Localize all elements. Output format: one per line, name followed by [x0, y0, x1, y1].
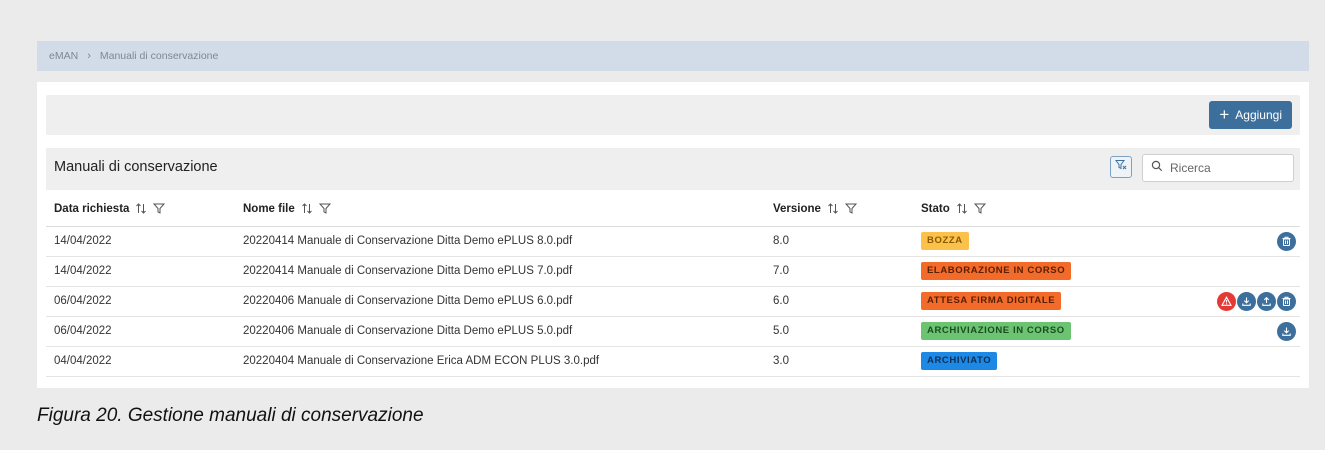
cell-actions — [1143, 286, 1300, 317]
cell-actions — [1143, 316, 1300, 347]
toolbar: + Aggiungi — [46, 95, 1300, 135]
sort-icon[interactable] — [301, 203, 313, 214]
cell-file-name: 20220414 Manuale di Conservazione Ditta … — [235, 256, 765, 287]
cell-status: ARCHIVIAZIONE IN CORSO — [913, 316, 1143, 347]
table-row[interactable]: 14/04/2022 20220414 Manuale di Conservazi… — [46, 256, 1300, 287]
cell-status: ELABORAZIONE IN CORSO — [913, 256, 1143, 287]
status-badge: ARCHIVIAZIONE IN CORSO — [921, 322, 1071, 340]
download-icon[interactable] — [1277, 321, 1296, 341]
status-badge: ATTESA FIRMA DIGITALE — [921, 292, 1062, 310]
cell-date: 14/04/2022 — [46, 226, 235, 257]
cell-version: 8.0 — [765, 226, 913, 257]
search-box — [1142, 154, 1294, 182]
cell-file-name: 20220406 Manuale di Conservazione Ditta … — [235, 316, 765, 347]
table-title: Manuali di conservazione — [54, 159, 218, 175]
column-header-status[interactable]: Stato — [913, 192, 1143, 227]
column-label: Versione — [773, 202, 821, 215]
table-row[interactable]: 14/04/2022 20220414 Manuale di Conservazi… — [46, 226, 1300, 257]
sort-icon[interactable] — [827, 203, 839, 214]
column-label: Nome file — [243, 202, 295, 215]
add-button[interactable]: + Aggiungi — [1209, 101, 1292, 129]
main-panel: + Aggiungi Manuali di conservazione Data… — [37, 82, 1309, 388]
status-badge: ELABORAZIONE IN CORSO — [921, 262, 1072, 280]
cell-actions — [1143, 256, 1300, 287]
cell-date: 14/04/2022 — [46, 256, 235, 287]
cell-version: 6.0 — [765, 286, 913, 317]
column-label: Stato — [921, 202, 950, 215]
sort-icon[interactable] — [135, 203, 147, 214]
cell-version: 3.0 — [765, 346, 913, 377]
column-header-actions — [1143, 192, 1300, 227]
cell-status: ATTESA FIRMA DIGITALE — [913, 286, 1143, 317]
delete-icon[interactable] — [1277, 231, 1296, 251]
cell-actions — [1143, 346, 1300, 377]
cell-version: 7.0 — [765, 256, 913, 287]
status-badge: ARCHIVIATO — [921, 352, 998, 370]
filter-icon[interactable] — [973, 203, 986, 215]
search-icon — [1151, 159, 1163, 177]
figure-caption: Figura 20. Gestione manuali di conservaz… — [37, 405, 424, 426]
cell-file-name: 20220404 Manuale di Conservazione Erica … — [235, 346, 765, 377]
cell-status: ARCHIVIATO — [913, 346, 1143, 377]
upload-icon[interactable] — [1257, 291, 1276, 311]
table-header-bar: Manuali di conservazione — [46, 148, 1300, 190]
table-row[interactable]: 06/04/2022 20220406 Manuale di Conservazi… — [46, 316, 1300, 347]
manuals-table: Data richiesta Nome file Versione Stato … — [46, 192, 1300, 377]
filter-clear-icon — [1115, 158, 1127, 176]
status-badge: BOZZA — [921, 232, 969, 250]
cell-date: 04/04/2022 — [46, 346, 235, 377]
cell-date: 06/04/2022 — [46, 286, 235, 317]
cell-actions — [1143, 226, 1300, 257]
breadcrumb-current: Manuali di conservazione — [99, 50, 219, 62]
filter-icon[interactable] — [318, 203, 331, 215]
breadcrumb: eMAN › Manuali di conservazione — [37, 41, 1309, 71]
table-row[interactable]: 04/04/2022 20220404 Manuale di Conservazi… — [46, 346, 1300, 377]
filter-icon[interactable] — [153, 203, 166, 215]
column-header-file[interactable]: Nome file — [235, 192, 765, 227]
cell-file-name: 20220414 Manuale di Conservazione Ditta … — [235, 226, 765, 257]
table-row[interactable]: 06/04/2022 20220406 Manuale di Conservazi… — [46, 286, 1300, 317]
breadcrumb-separator: › — [87, 50, 91, 62]
sort-icon[interactable] — [956, 203, 968, 214]
clear-filter-button[interactable] — [1110, 156, 1132, 178]
table-header-row: Data richiesta Nome file Versione Stato — [46, 192, 1300, 227]
column-label: Data richiesta — [54, 202, 130, 215]
plus-icon: + — [1219, 105, 1230, 124]
download-icon[interactable] — [1237, 291, 1256, 311]
cell-version: 5.0 — [765, 316, 913, 347]
search-input[interactable] — [1170, 161, 1280, 175]
column-header-version[interactable]: Versione — [765, 192, 913, 227]
warning-icon[interactable] — [1217, 291, 1236, 311]
add-button-label: Aggiungi — [1235, 108, 1282, 122]
cell-file-name: 20220406 Manuale di Conservazione Ditta … — [235, 286, 765, 317]
filter-icon[interactable] — [844, 203, 857, 215]
column-header-date[interactable]: Data richiesta — [46, 192, 235, 227]
cell-status: BOZZA — [913, 226, 1143, 257]
delete-icon[interactable] — [1277, 291, 1296, 311]
breadcrumb-root[interactable]: eMAN — [49, 50, 78, 62]
cell-date: 06/04/2022 — [46, 316, 235, 347]
